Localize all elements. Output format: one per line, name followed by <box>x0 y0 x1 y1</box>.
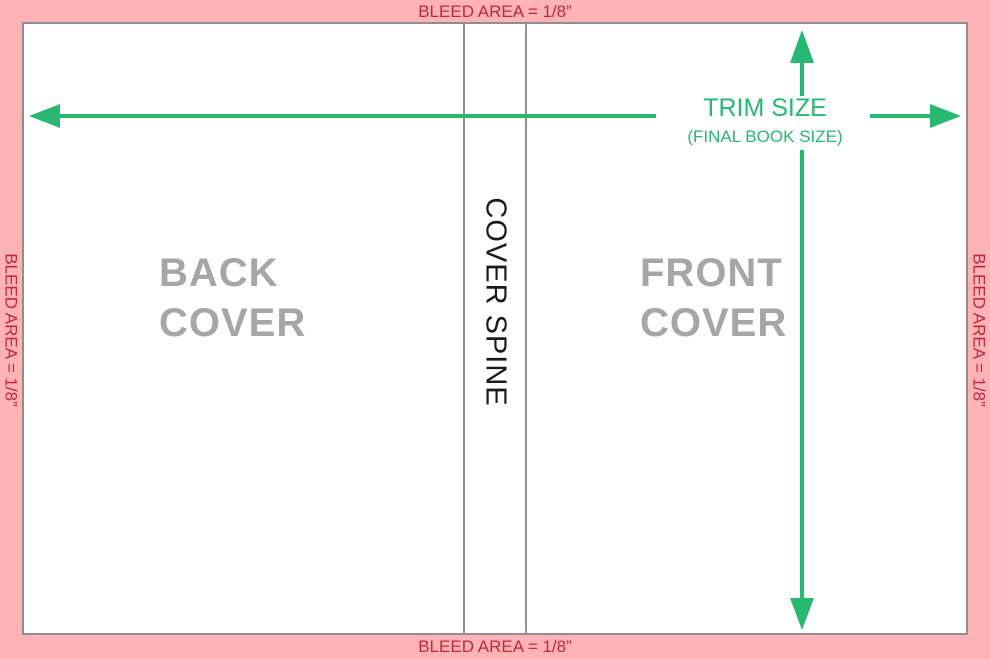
arrowhead-left-icon <box>29 104 60 128</box>
arrowhead-down-icon <box>790 598 814 630</box>
trim-size-sublabel: (FINAL BOOK SIZE) <box>687 127 843 146</box>
trim-size-label: TRIM SIZE <box>703 94 827 122</box>
arrowhead-up-icon <box>790 30 814 63</box>
arrowhead-right-icon <box>930 104 961 128</box>
